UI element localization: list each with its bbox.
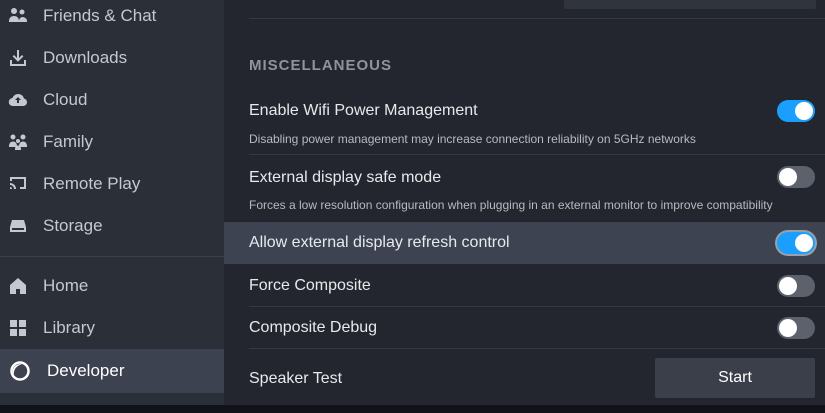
section-divider [249,18,825,19]
sidebar-item-remote-play[interactable]: Remote Play [0,163,224,205]
sidebar-item-family[interactable]: Family [0,121,224,163]
friends-icon [7,5,29,27]
download-icon [7,47,29,69]
setting-description: Forces a low resolution configuration wh… [249,198,773,212]
external-display-safe-mode-toggle[interactable] [777,166,815,188]
wifi-power-management-toggle[interactable] [777,100,815,122]
sidebar-item-home[interactable]: Home [0,265,224,307]
composite-debug-toggle[interactable] [777,317,815,339]
sidebar-item-developer[interactable]: Developer [0,349,224,393]
bottom-bar [0,405,825,413]
sidebar-item-label: Library [43,318,95,337]
sidebar-item-label: Cloud [43,90,88,109]
section-title: MISCELLANEOUS [249,57,393,74]
home-icon [7,275,29,297]
steam-settings-window: Friends & Chat Downloads Cloud Family Re [0,0,825,413]
sidebar-item-label: Home [43,276,89,295]
sidebar-item-friends-chat[interactable]: Friends & Chat [0,0,224,37]
setting-wifi-power-management: Enable Wifi Power Management Disabling p… [224,88,825,155]
setting-external-display-safe-mode: External display safe mode Forces a low … [224,155,825,221]
setting-title: Enable Wifi Power Management [249,102,478,119]
setting-force-composite: Force Composite [224,264,825,307]
sidebar: Friends & Chat Downloads Cloud Family Re [0,0,224,413]
sidebar-item-storage[interactable]: Storage [0,205,224,247]
remote-play-icon [7,173,29,195]
setting-description: Disabling power management may increase … [249,132,696,146]
setting-composite-debug: Composite Debug [224,306,825,349]
setting-external-display-refresh-control[interactable]: Allow external display refresh control [224,222,825,264]
setting-title: External display safe mode [249,169,442,186]
sidebar-item-downloads[interactable]: Downloads [0,37,224,79]
settings-content: MISCELLANEOUS Enable Wifi Power Manageme… [224,0,825,413]
sidebar-item-label: Downloads [43,48,128,67]
sidebar-item-library[interactable]: Library [0,307,224,349]
toggle-knob [795,234,813,252]
toggle-knob [779,319,797,337]
toggle-knob [779,277,797,295]
sidebar-divider [0,256,224,257]
cloud-icon [7,89,29,111]
storage-icon [7,215,29,237]
toggle-knob [779,168,797,186]
setting-title: Force Composite [249,277,371,294]
previous-setting-control[interactable] [564,0,816,9]
force-composite-toggle[interactable] [777,275,815,297]
sidebar-item-label: Remote Play [43,174,141,193]
sidebar-item-label: Friends & Chat [43,6,157,25]
sidebar-item-cloud[interactable]: Cloud [0,79,224,121]
sidebar-item-label: Family [43,132,94,151]
sidebar-item-label: Developer [47,361,125,380]
family-icon [7,131,29,153]
developer-icon [9,360,31,382]
setting-title: Allow external display refresh control [249,234,510,251]
sidebar-item-label: Storage [43,216,103,235]
external-display-refresh-control-toggle[interactable] [777,232,815,254]
speaker-test-start-button[interactable]: Start [655,358,815,398]
setting-title: Composite Debug [249,319,378,336]
toggle-knob [795,102,813,120]
library-icon [7,317,29,339]
setting-title: Speaker Test [249,370,343,387]
